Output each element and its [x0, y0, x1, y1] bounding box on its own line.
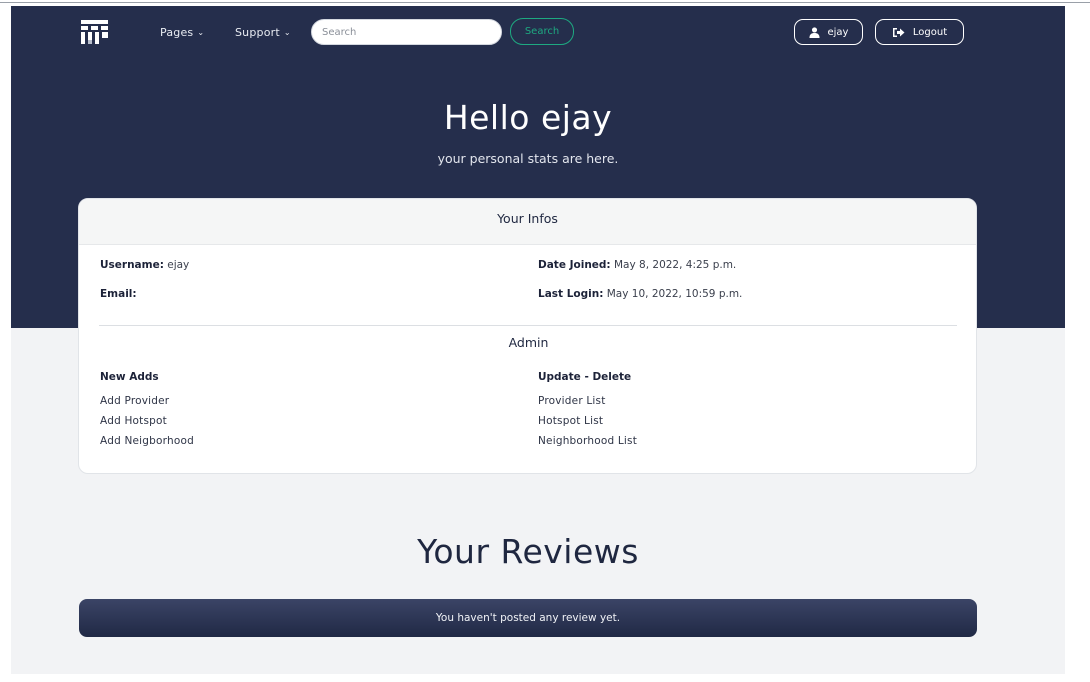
- page-frame: Pages⌄ Support⌄ Search ejay Logout Hello…: [11, 6, 1065, 674]
- user-profile-button[interactable]: ejay: [794, 19, 863, 45]
- hotspot-list-link[interactable]: Hotspot List: [538, 415, 603, 427]
- sign-out-icon: [892, 27, 905, 37]
- logout-button[interactable]: Logout: [875, 19, 964, 45]
- user-button-label: ejay: [827, 26, 849, 38]
- nav-pages-label: Pages: [160, 26, 194, 39]
- nav-support-label: Support: [235, 26, 280, 39]
- nav-support-dropdown[interactable]: Support ⌄: [235, 26, 291, 39]
- last-login-value: May 10, 2022, 10:59 p.m.: [606, 288, 743, 300]
- email-field: Email:: [100, 288, 137, 300]
- date-joined-field: Date Joined: May 8, 2022, 4:25 p.m.: [538, 259, 736, 271]
- card-divider: [99, 325, 957, 326]
- logout-button-label: Logout: [912, 26, 948, 38]
- grid-logo-icon[interactable]: [81, 20, 108, 44]
- new-adds-heading: New Adds: [100, 371, 159, 383]
- chevron-down-icon: ⌄: [197, 28, 205, 37]
- email-label: Email:: [100, 288, 137, 300]
- date-joined-value: May 8, 2022, 4:25 p.m.: [613, 259, 737, 271]
- search-input[interactable]: [311, 19, 502, 45]
- chevron-down-icon: ⌄: [283, 28, 291, 37]
- search-button[interactable]: Search: [510, 18, 574, 45]
- admin-section-title: Admin: [508, 335, 549, 350]
- add-neighborhood-link[interactable]: Add Neigborhood: [100, 435, 194, 447]
- username-field: Username: ejay: [100, 259, 189, 271]
- provider-list-link[interactable]: Provider List: [538, 395, 606, 407]
- page-greeting: Hello ejay: [443, 98, 613, 137]
- user-icon: [808, 26, 820, 38]
- reviews-title: Your Reviews: [417, 532, 639, 571]
- username-label: Username:: [100, 259, 164, 271]
- infos-card: Your Infos Username: ejay Email: Date Jo…: [78, 198, 977, 474]
- neighborhood-list-link[interactable]: Neighborhood List: [538, 435, 637, 447]
- infos-card-title: Your Infos: [79, 199, 976, 245]
- add-provider-link[interactable]: Add Provider: [100, 395, 169, 407]
- date-joined-label: Date Joined:: [538, 259, 611, 271]
- update-delete-heading: Update - Delete: [538, 371, 632, 383]
- add-hotspot-link[interactable]: Add Hotspot: [100, 415, 167, 427]
- reviews-empty-message: You haven't posted any review yet.: [79, 599, 977, 637]
- top-border-line: [0, 2, 1090, 3]
- username-value: ejay: [167, 259, 190, 271]
- last-login-label: Last Login:: [538, 288, 604, 300]
- last-login-field: Last Login: May 10, 2022, 10:59 p.m.: [538, 288, 742, 300]
- nav-pages-dropdown[interactable]: Pages ⌄: [160, 26, 204, 39]
- page-subtitle: your personal stats are here.: [437, 151, 619, 166]
